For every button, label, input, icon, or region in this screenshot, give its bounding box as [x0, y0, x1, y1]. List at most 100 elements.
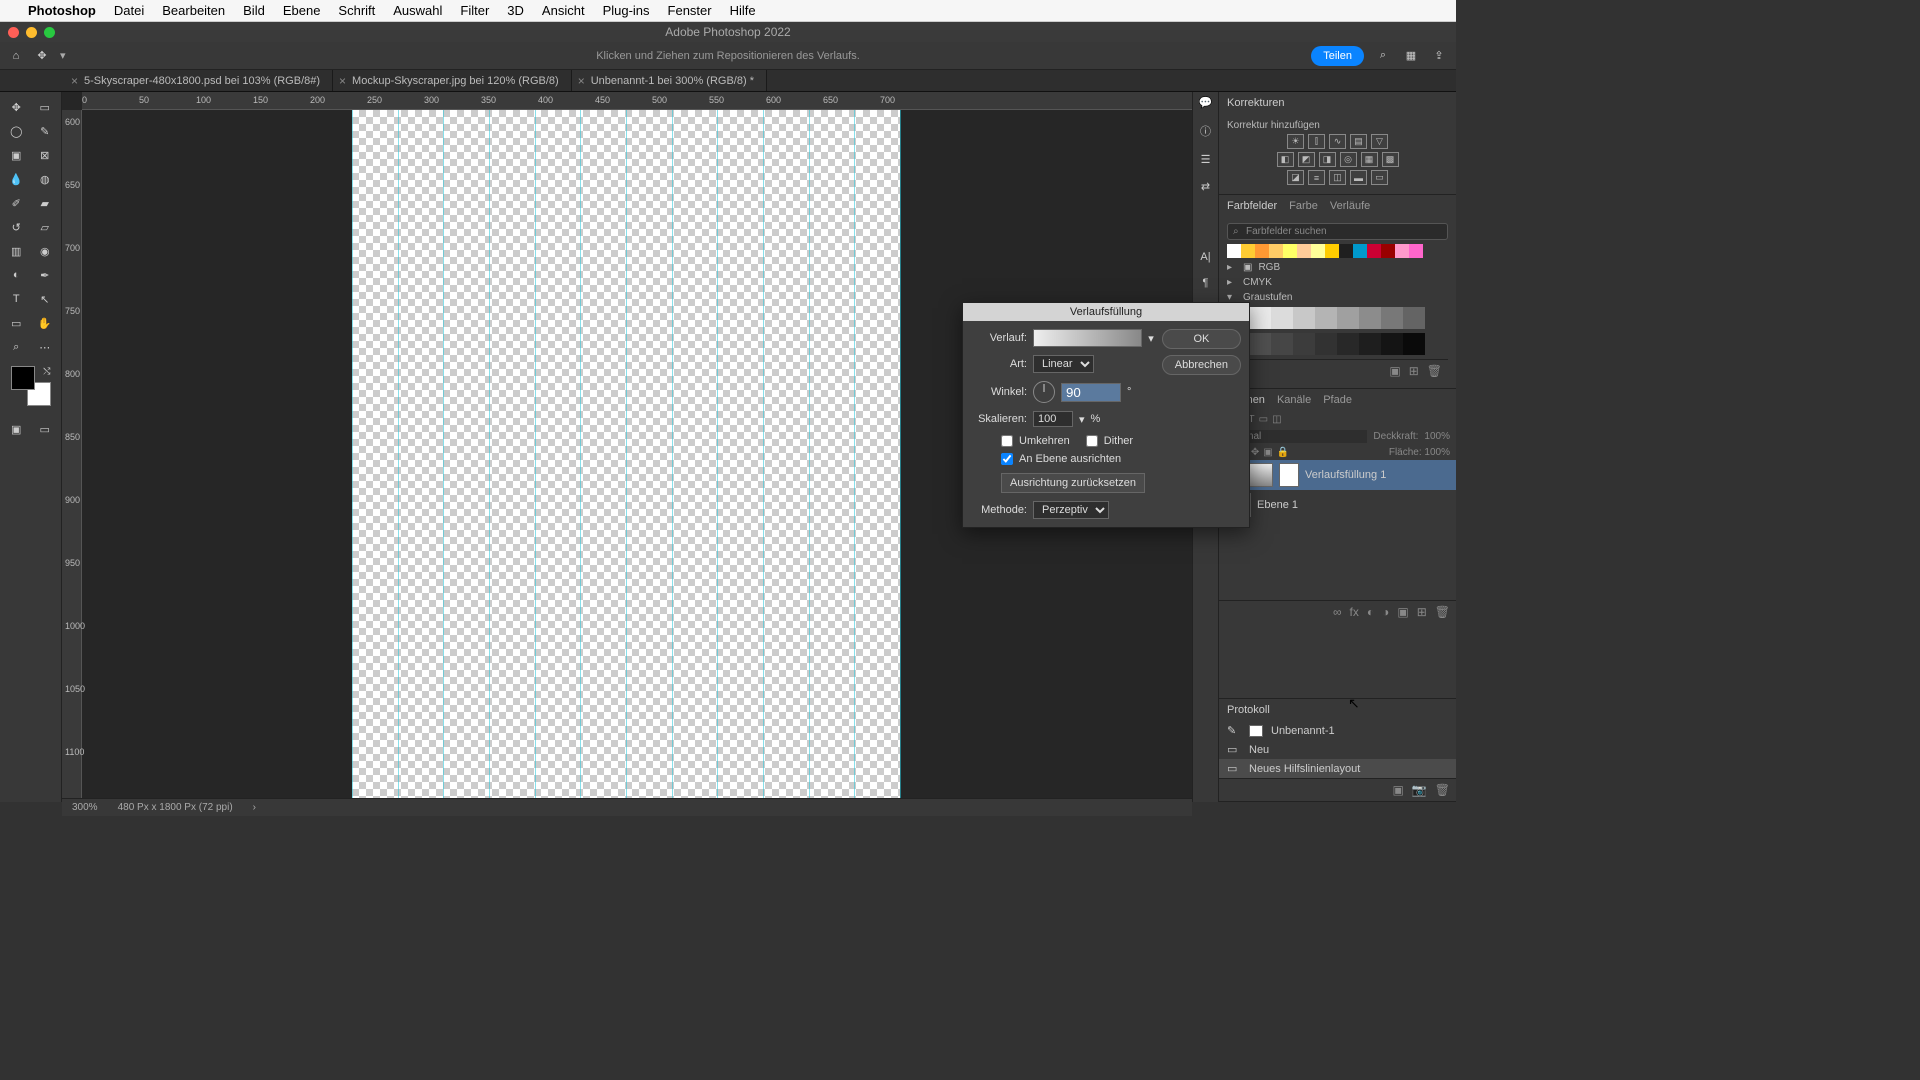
fill-value[interactable]: 100%: [1424, 447, 1450, 458]
swatch[interactable]: [1249, 307, 1271, 329]
chevron-down-icon[interactable]: ▾: [1079, 413, 1085, 426]
info-panel-icon[interactable]: ⓘ: [1200, 123, 1211, 139]
chevron-right-icon[interactable]: ▸: [1227, 277, 1237, 288]
adjustments-tab[interactable]: Korrekturen: [1227, 97, 1284, 109]
lock-position-icon[interactable]: ✥: [1251, 447, 1259, 458]
layer-name[interactable]: Verlaufsfüllung 1: [1305, 469, 1386, 481]
curves-adj-icon[interactable]: ∿: [1329, 134, 1346, 149]
zoom-tool-icon[interactable]: ⌕: [3, 336, 30, 358]
zoom-level[interactable]: 300%: [72, 802, 98, 813]
dither-checkbox[interactable]: Dither: [1086, 435, 1133, 447]
swatch-group-label[interactable]: CMYK: [1243, 277, 1272, 288]
reverse-checkbox[interactable]: Umkehren: [1001, 435, 1070, 447]
swatch[interactable]: [1293, 333, 1315, 355]
swatch[interactable]: [1403, 333, 1425, 355]
lookup-adj-icon[interactable]: ▩: [1382, 152, 1399, 167]
swatch[interactable]: [1353, 244, 1367, 258]
swatch[interactable]: [1249, 333, 1271, 355]
doc-tab[interactable]: ×Unbenannt-1 bei 300% (RGB/8) *: [572, 70, 767, 91]
chevron-down-icon[interactable]: ▾: [1148, 332, 1154, 345]
artboard[interactable]: [352, 110, 900, 806]
layer-row[interactable]: 👁 Ebene 1: [1219, 490, 1456, 520]
menu-file[interactable]: Datei: [114, 3, 144, 18]
stamp-tool-icon[interactable]: ▰: [32, 192, 59, 214]
swatch[interactable]: [1403, 307, 1425, 329]
swatch[interactable]: [1381, 307, 1403, 329]
swatch[interactable]: [1367, 244, 1381, 258]
swatch[interactable]: [1337, 307, 1359, 329]
paths-tab[interactable]: Pfade: [1323, 394, 1352, 406]
ruler-horizontal[interactable]: 0501001502002503003504004505005506006507…: [82, 92, 1192, 110]
reset-alignment-button[interactable]: Ausrichtung zurücksetzen: [1001, 473, 1145, 493]
swatch[interactable]: [1241, 244, 1255, 258]
swatch[interactable]: [1359, 307, 1381, 329]
trash-icon[interactable]: 🗑: [1435, 605, 1450, 619]
lock-artboard-icon[interactable]: ▣: [1263, 447, 1272, 458]
hue-adj-icon[interactable]: ◧: [1277, 152, 1294, 167]
history-snapshot[interactable]: ✎ Unbenannt-1: [1219, 721, 1456, 740]
gradient-preview[interactable]: [1033, 329, 1142, 347]
swatch[interactable]: [1409, 244, 1423, 258]
angle-knob[interactable]: [1033, 381, 1055, 403]
dodge-tool-icon[interactable]: ◐: [3, 264, 30, 286]
doc-dimensions[interactable]: 480 Px x 1800 Px (72 ppi): [118, 802, 233, 813]
heal-tool-icon[interactable]: ◍: [32, 168, 59, 190]
method-select[interactable]: Perzeptiv: [1033, 501, 1109, 519]
close-tab-icon[interactable]: ×: [339, 74, 346, 88]
quick-select-tool-icon[interactable]: ✎: [32, 120, 59, 142]
chevron-right-icon[interactable]: ›: [253, 802, 256, 813]
adjust-panel-icon[interactable]: ⇄: [1201, 180, 1210, 193]
menu-3d[interactable]: 3D: [507, 3, 524, 18]
folder-icon[interactable]: ▣: [1389, 364, 1400, 378]
layer-row[interactable]: 👁 Verlaufsfüllung 1: [1219, 460, 1456, 490]
scale-input[interactable]: [1033, 411, 1073, 427]
swatch[interactable]: [1255, 244, 1269, 258]
menu-layer[interactable]: Ebene: [283, 3, 321, 18]
gradients-tab[interactable]: Verläufe: [1330, 200, 1370, 212]
blur-tool-icon[interactable]: ◉: [32, 240, 59, 262]
paragraph-panel-icon[interactable]: ¶: [1203, 277, 1209, 289]
comments-panel-icon[interactable]: 💬: [1199, 96, 1213, 109]
channel-mixer-adj-icon[interactable]: ▦: [1361, 152, 1378, 167]
exposure-adj-icon[interactable]: ▤: [1350, 134, 1367, 149]
invert-adj-icon[interactable]: ◪: [1287, 170, 1304, 185]
gradient-map-adj-icon[interactable]: ▬: [1350, 170, 1367, 185]
layer-name[interactable]: Ebene 1: [1257, 499, 1298, 511]
menu-edit[interactable]: Bearbeiten: [162, 3, 225, 18]
photo-filter-adj-icon[interactable]: ◎: [1340, 152, 1357, 167]
gradient-type-select[interactable]: Linear: [1033, 355, 1094, 373]
gradient-tool-icon[interactable]: ▥: [3, 240, 30, 262]
swap-colors-icon[interactable]: ⤭: [43, 366, 50, 377]
vibrance-adj-icon[interactable]: ▽: [1371, 134, 1388, 149]
adjustment-layer-icon[interactable]: ◑: [1382, 605, 1389, 619]
swatch-group-label[interactable]: RGB: [1258, 262, 1280, 273]
selective-color-adj-icon[interactable]: ▭: [1371, 170, 1388, 185]
swatch[interactable]: [1339, 244, 1353, 258]
swatch[interactable]: [1395, 244, 1409, 258]
swatch[interactable]: [1283, 244, 1297, 258]
shape-filter-icon[interactable]: ▭: [1259, 414, 1268, 425]
doc-tab[interactable]: ×Mockup-Skyscraper.jpg bei 120% (RGB/8): [333, 70, 572, 91]
colorbal-adj-icon[interactable]: ◩: [1298, 152, 1315, 167]
channels-tab[interactable]: Kanäle: [1277, 394, 1311, 406]
swatch[interactable]: [1359, 333, 1381, 355]
mask-icon[interactable]: ◐: [1367, 605, 1374, 619]
eraser-tool-icon[interactable]: ▱: [32, 216, 59, 238]
menu-select[interactable]: Auswahl: [393, 3, 442, 18]
swatch[interactable]: [1271, 307, 1293, 329]
angle-input[interactable]: [1061, 383, 1121, 402]
swatch[interactable]: [1325, 244, 1339, 258]
fx-icon[interactable]: fx: [1350, 605, 1359, 619]
menu-image[interactable]: Bild: [243, 3, 265, 18]
swatch-group-label[interactable]: Graustufen: [1243, 292, 1292, 303]
link-layers-icon[interactable]: ∞: [1333, 605, 1342, 619]
swatch[interactable]: [1337, 333, 1359, 355]
trash-icon[interactable]: 🗑: [1435, 783, 1450, 797]
trash-icon[interactable]: 🗑: [1427, 364, 1442, 378]
smart-filter-icon[interactable]: ◫: [1272, 414, 1281, 425]
swatch[interactable]: [1381, 244, 1395, 258]
swatch[interactable]: [1381, 333, 1403, 355]
menu-app[interactable]: Photoshop: [28, 3, 96, 18]
brush-tool-icon[interactable]: ✐: [3, 192, 30, 214]
swatch[interactable]: [1311, 244, 1325, 258]
